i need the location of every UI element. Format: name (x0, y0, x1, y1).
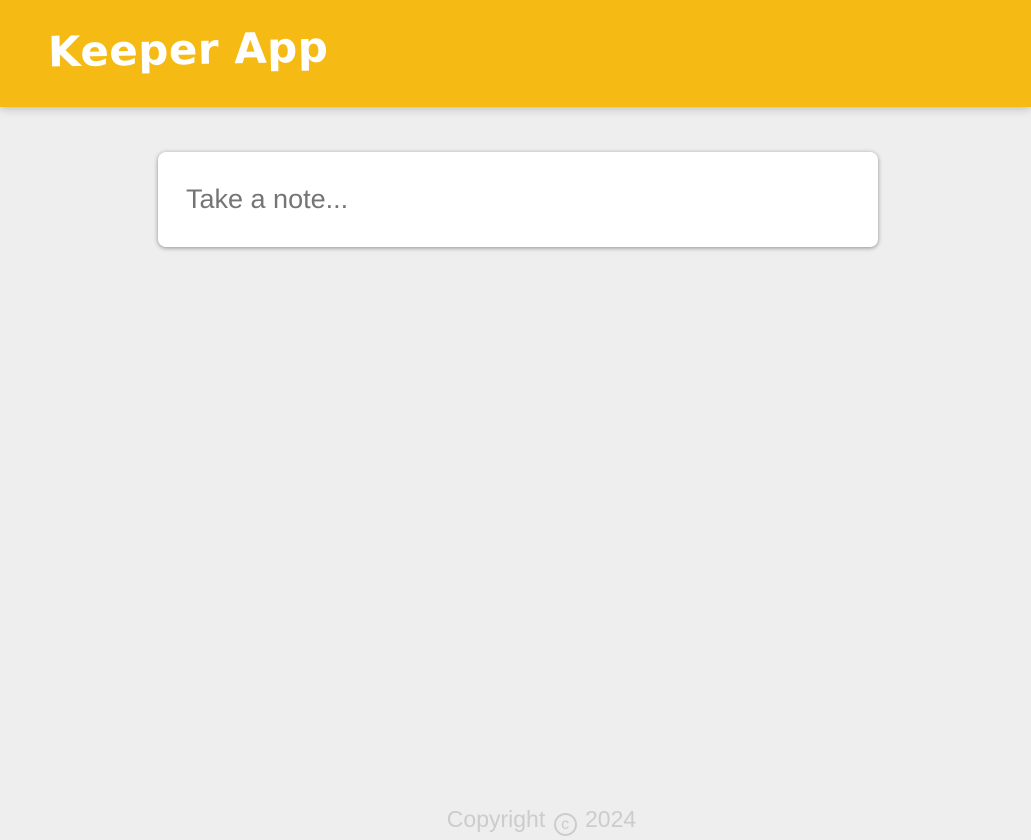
app-title: Keeper App (47, 22, 329, 77)
note-input[interactable] (186, 184, 850, 215)
app-footer: Copyright c 2024 (0, 806, 1031, 836)
copyright-label: Copyright (446, 806, 546, 832)
create-note-form (158, 152, 878, 247)
copyright-icon: c (553, 813, 577, 836)
copyright-year: 2024 (585, 806, 637, 832)
app-header: Keeper App (0, 0, 1031, 107)
